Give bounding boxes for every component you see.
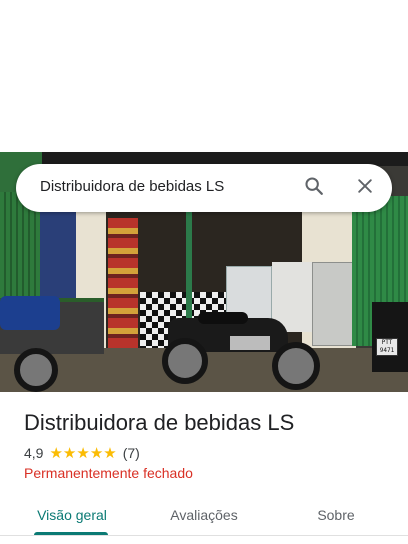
photo-motorcycle-rear-wheel: [272, 342, 320, 390]
star-icon: ★: [89, 444, 104, 462]
photo-motorcycle-front-wheel: [162, 338, 208, 384]
photo-motorcycle-panel: [230, 336, 270, 350]
star-rating: ★ ★ ★ ★ ★: [49, 446, 116, 461]
place-title: Distribuidora de bebidas LS: [24, 410, 295, 435]
photo-drink-shelf: [108, 218, 138, 348]
tab-about[interactable]: Sobre: [282, 496, 390, 534]
tab-overview[interactable]: Visão geral: [18, 496, 126, 534]
top-blank-area: [0, 0, 408, 152]
clear-search-button[interactable]: [347, 170, 383, 206]
business-status: Permanentemente fechado: [24, 465, 193, 481]
star-icon: ★: [103, 444, 117, 462]
search-button[interactable]: [296, 170, 332, 206]
tabs-divider: [0, 535, 408, 536]
photo-second-motorcycle: [372, 302, 408, 372]
photo-sink: [312, 262, 356, 346]
photo-blue-tarp: [0, 296, 60, 330]
close-icon: [355, 176, 375, 201]
search-icon: [303, 175, 325, 202]
star-icon: ★: [62, 444, 77, 462]
photo-cart-wheel: [14, 348, 58, 392]
search-bar[interactable]: Distribuidora de bebidas LS: [16, 164, 392, 212]
place-tabs: Visão geral Avaliações Sobre: [0, 496, 408, 544]
rating-value: 4,9: [24, 445, 44, 461]
search-input[interactable]: Distribuidora de bebidas LS: [40, 178, 224, 195]
rating-row[interactable]: 4,9 ★ ★ ★ ★ ★ (7): [24, 445, 140, 461]
star-icon: ★: [49, 444, 63, 462]
tab-reviews[interactable]: Avaliações: [150, 496, 258, 534]
photo-motorcycle-seat: [198, 312, 248, 324]
star-icon: ★: [76, 444, 90, 462]
review-count[interactable]: (7): [123, 445, 140, 461]
photo-license-plate: PTT 9471: [376, 338, 398, 356]
